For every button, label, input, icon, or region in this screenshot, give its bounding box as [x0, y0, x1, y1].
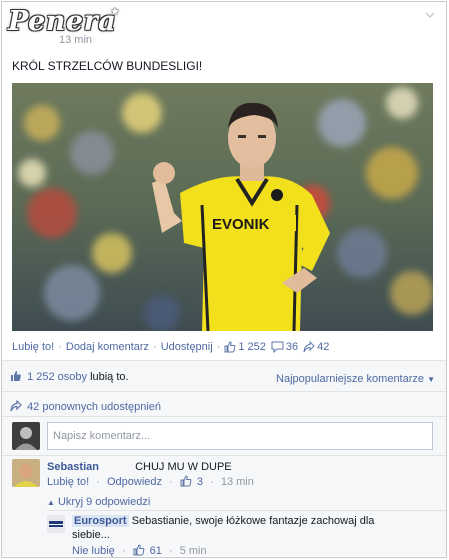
comment-text: CHUJ MU W DUPE	[135, 461, 232, 473]
reply-meta: Nie lubię · 61 · 5 min	[72, 544, 207, 557]
separator: ·	[210, 476, 214, 488]
comment-icon	[271, 341, 284, 353]
likes-suffix: lubią to.	[90, 371, 129, 383]
caret-up-icon: ▲	[47, 498, 55, 507]
sort-label: Najpopularniejsze komentarze	[276, 373, 425, 385]
separator: ·	[121, 545, 126, 557]
separator: ·	[96, 476, 100, 488]
likes-summary: 1 252 osoby lubią to.	[10, 370, 129, 383]
eurosport-avatar[interactable]	[47, 515, 65, 533]
reply-text: Sebastianie, swoje łóżkowe fantazje zach…	[131, 515, 375, 527]
comment-like-count[interactable]: 3	[197, 476, 203, 488]
hide-replies-label: Ukryj 9 odpowiedzi	[57, 496, 151, 508]
post-photo[interactable]: EVONIK	[12, 83, 433, 331]
reply-author[interactable]: Eurosport	[72, 515, 129, 527]
thumbs-up-icon	[11, 371, 21, 381]
share-icon	[10, 400, 22, 412]
chevron-down-icon[interactable]	[425, 10, 435, 20]
jersey-text: EVONIK	[212, 216, 270, 233]
likes-count-link[interactable]: 1 252 osoby	[27, 371, 87, 383]
current-user-avatar[interactable]	[12, 422, 40, 450]
thumbs-up-icon	[180, 475, 192, 487]
thumbs-up-icon	[133, 544, 144, 556]
separator: ·	[216, 341, 221, 353]
share-link[interactable]: Udostępnij	[161, 341, 213, 353]
divider	[2, 391, 446, 392]
comment-count[interactable]: 36	[286, 341, 298, 353]
caret-down-icon: ▼	[427, 375, 435, 384]
player-photo: EVONIK	[12, 83, 433, 331]
post-actions-bar: Lubię to! · Dodaj komentarz · Udostępnij…	[12, 341, 329, 353]
comment-input[interactable]: Napisz komentarz...	[47, 422, 433, 450]
reply-text-cont: siebie...	[72, 529, 110, 541]
separator: ·	[168, 545, 173, 557]
separator: ·	[169, 476, 173, 488]
hide-replies-toggle[interactable]: ▲ Ukryj 9 odpowiedzi	[47, 496, 150, 508]
share-icon	[303, 341, 315, 353]
add-comment-link[interactable]: Dodaj komentarz	[66, 341, 149, 353]
reply-like-count[interactable]: 61	[150, 545, 162, 557]
divider	[47, 510, 446, 511]
reply-time[interactable]: 5 min	[180, 545, 207, 557]
thumbs-up-icon	[224, 341, 236, 353]
comment-author[interactable]: Sebastian	[47, 461, 99, 473]
shares-link[interactable]: 42 ponownych udostępnień	[27, 401, 161, 413]
reply-line: Eurosport Sebastianie, swoje łóżkowe fan…	[72, 515, 374, 527]
comment-reply-link[interactable]: Odpowiedz	[107, 476, 162, 488]
divider	[2, 416, 446, 417]
reply-unlike-link[interactable]: Nie lubię	[72, 545, 115, 557]
like-link[interactable]: Lubię to!	[12, 341, 54, 353]
comment-time[interactable]: 13 min	[221, 476, 254, 488]
comment-line: Sebastian CHUJ MU W DUPE	[47, 461, 232, 473]
commenter-avatar[interactable]	[12, 459, 40, 487]
separator: ·	[58, 341, 62, 353]
shares-summary: 42 ponownych udostępnień	[10, 400, 161, 413]
separator: ·	[153, 341, 157, 353]
divider	[2, 455, 446, 456]
comment-meta: Lubię to! · Odpowiedz · 3 · 13 min	[47, 475, 254, 488]
brand-logo: Penera	[8, 6, 117, 37]
sort-comments-dropdown[interactable]: Najpopularniejsze komentarze ▼	[276, 373, 435, 385]
like-count[interactable]: 1 252	[238, 341, 266, 353]
star-icon: ★	[110, 6, 120, 18]
comment-like-link[interactable]: Lubię to!	[47, 476, 89, 488]
share-count[interactable]: 42	[317, 341, 329, 353]
post-title: KRÓL STRZELCÓW BUNDESLIGI!	[12, 59, 203, 73]
post-timestamp[interactable]: 13 min	[59, 34, 92, 46]
